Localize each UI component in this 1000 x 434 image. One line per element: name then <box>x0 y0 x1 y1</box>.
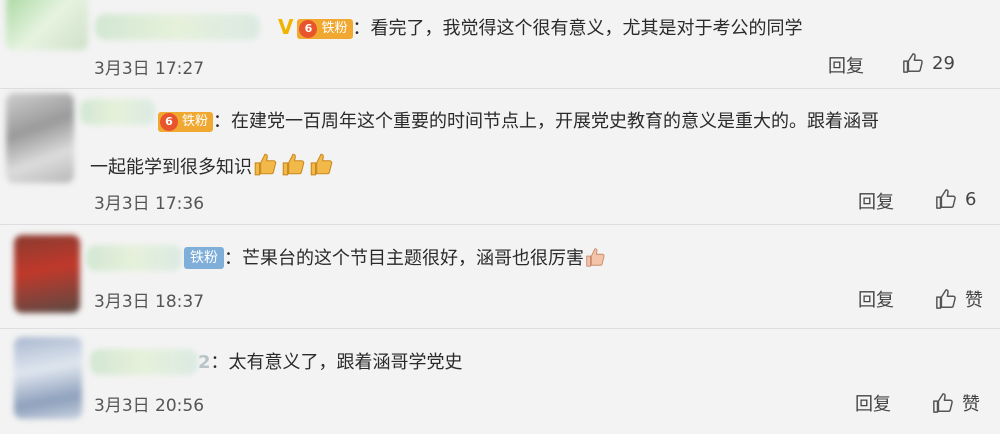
comment-text-row: 2：太有意义了，跟着涵哥学党史 <box>198 350 463 376</box>
thumbs-up-emoji-icon <box>584 246 606 276</box>
comment-text-continued: 一起能学到很多知识 <box>90 157 252 178</box>
thumbs-up-emoji-icon <box>308 151 334 185</box>
fan-badge-label: 铁粉 <box>182 114 209 129</box>
thumbs-up-icon <box>933 393 953 413</box>
fan-badge[interactable]: 6 铁粉 <box>158 112 214 132</box>
comment-time: 3月3日 20:56 <box>94 396 205 416</box>
avatar[interactable] <box>6 93 74 183</box>
avatar[interactable] <box>14 337 82 419</box>
comment-time: 3月3日 18:37 <box>94 292 205 312</box>
like-button[interactable]: 赞 <box>932 390 980 416</box>
fan-badge[interactable]: 6 铁粉 <box>297 19 353 39</box>
avatar[interactable] <box>6 0 88 50</box>
thumbs-up-icon <box>936 189 956 209</box>
comment-item: 2：太有意义了，跟着涵哥学党史 3月3日 20:56 回复 赞 <box>0 329 1000 434</box>
like-label: 赞 <box>965 290 983 311</box>
username[interactable] <box>90 349 198 375</box>
comment-text: 芒果台的这个节目主题很好，涵哥也很厉害 <box>242 248 584 269</box>
colon: ： <box>352 18 371 39</box>
comment-time: 3月3日 17:27 <box>94 59 205 79</box>
username[interactable] <box>80 99 155 125</box>
comment-text: 在建党一百周年这个重要的时间节点上，开展党史教育的意义是重大的。跟着涵哥 <box>231 111 880 132</box>
comment-time: 3月3日 17:36 <box>94 194 205 214</box>
username[interactable] <box>86 245 182 271</box>
comment-text-row: 一起能学到很多知识 <box>90 151 336 185</box>
thumbs-up-emoji-icon <box>252 151 278 185</box>
reply-button[interactable]: 回复 <box>828 52 864 78</box>
reply-button[interactable]: 回复 <box>858 286 894 312</box>
like-count: 29 <box>932 52 955 74</box>
like-label: 赞 <box>962 394 980 415</box>
comment-text-row: 6 铁粉 ：在建党一百周年这个重要的时间节点上，开展党史教育的意义是重大的。跟着涵哥 <box>158 109 879 135</box>
comment-text-row: 铁粉 ：芒果台的这个节目主题很好，涵哥也很厉害 <box>184 246 608 276</box>
comment-text: 太有意义了，跟着涵哥学党史 <box>228 352 463 373</box>
user-level: 2 <box>198 352 211 373</box>
like-button[interactable]: 赞 <box>935 286 983 312</box>
colon: ： <box>210 352 229 373</box>
heart-level-icon: 6 <box>299 20 318 38</box>
like-button[interactable]: 29 <box>902 52 955 74</box>
comment-text: 看完了，我觉得这个很有意义，尤其是对于考公的同学 <box>370 18 803 39</box>
colon: ： <box>213 111 232 132</box>
like-button[interactable]: 6 <box>935 188 976 210</box>
reply-button[interactable]: 回复 <box>855 390 891 416</box>
reply-button[interactable]: 回复 <box>858 188 894 214</box>
comment-text-row: V 6 铁粉 ：看完了，我觉得这个很有意义，尤其是对于考公的同学 <box>278 14 803 42</box>
colon: ： <box>224 248 242 269</box>
comment-item: 铁粉 ：芒果台的这个节目主题很好，涵哥也很厉害 3月3日 18:37 回复 赞 <box>0 225 1000 325</box>
fan-badge-label: 铁粉 <box>321 21 348 36</box>
thumbs-up-icon <box>936 289 956 309</box>
iron-fan-badge[interactable]: 铁粉 <box>184 247 224 269</box>
heart-level-icon: 6 <box>160 113 178 131</box>
like-count: 6 <box>965 188 977 210</box>
comment-item: V 6 铁粉 ：看完了，我觉得这个很有意义，尤其是对于考公的同学 3月3日 17:27… <box>0 0 1000 92</box>
thumbs-up-icon <box>903 53 923 73</box>
verified-icon: V <box>278 15 294 39</box>
avatar[interactable] <box>14 235 80 313</box>
comment-item: 6 铁粉 ：在建党一百周年这个重要的时间节点上，开展党史教育的意义是重大的。跟着涵哥… <box>0 89 1000 221</box>
thumbs-up-emoji-icon <box>280 151 306 185</box>
username[interactable] <box>95 14 260 40</box>
